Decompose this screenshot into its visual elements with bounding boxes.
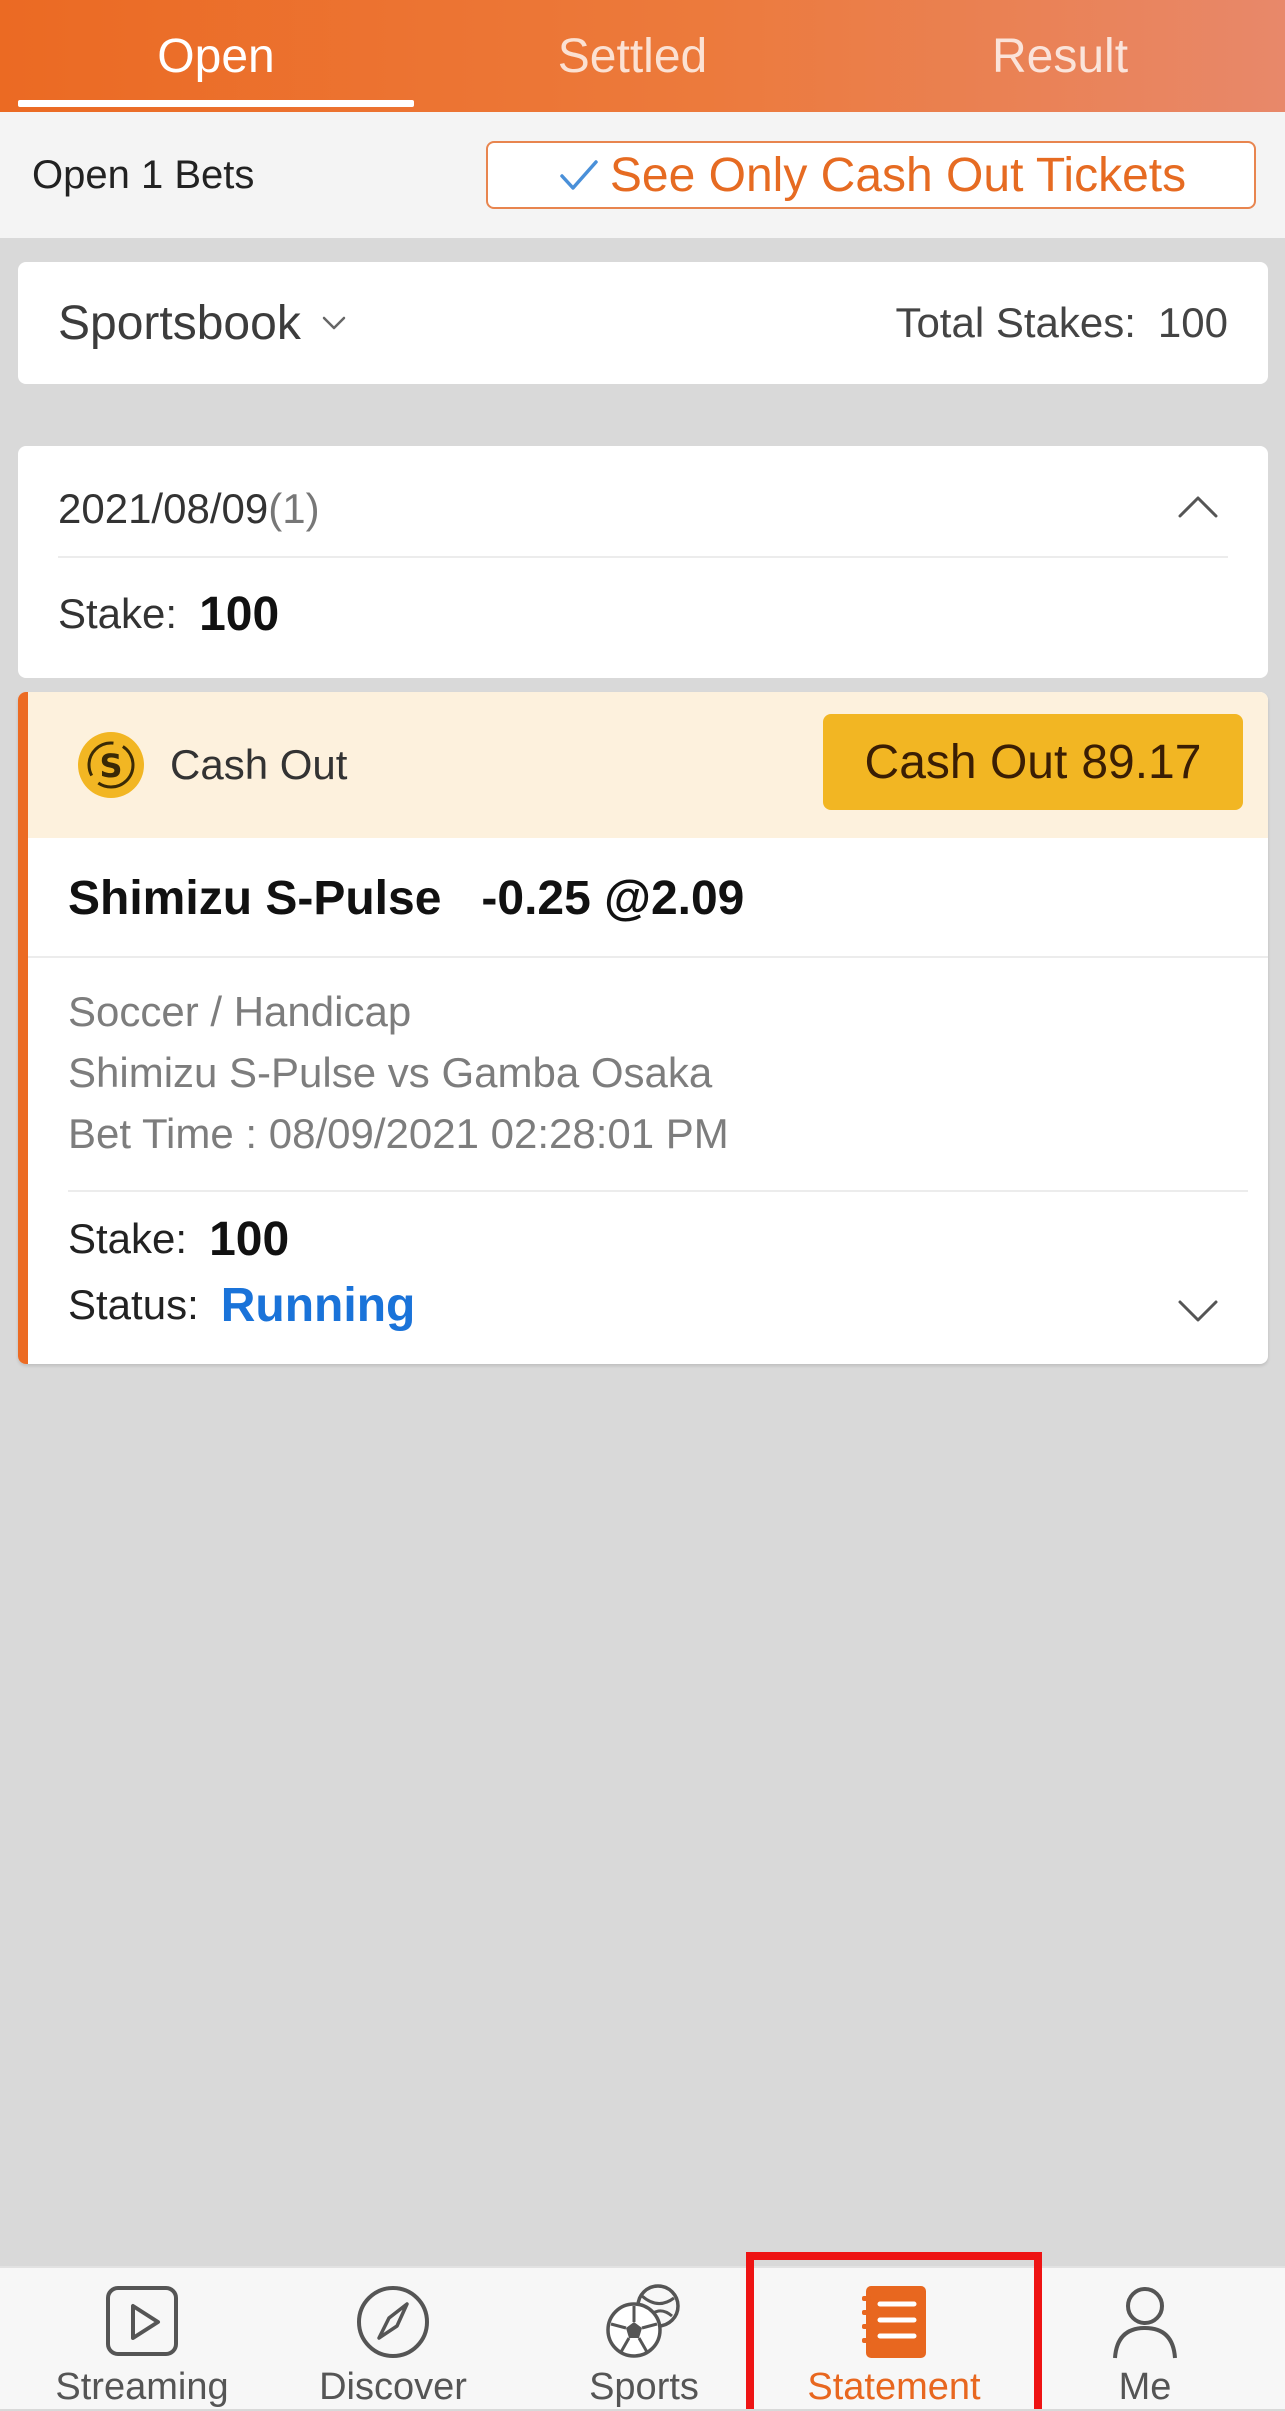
active-tab-indicator (18, 100, 414, 107)
bottom-navigation: Streaming Discover Sports Statement Me (0, 2266, 1285, 2409)
nav-item-streaming[interactable]: Streaming (22, 2268, 262, 2411)
cashout-label: Cash Out (170, 741, 348, 788)
chevron-down-icon (322, 316, 346, 330)
nav-label-discover: Discover (319, 2366, 467, 2408)
total-stakes: Total Stakes: 100 (895, 262, 1228, 384)
nav-item-me[interactable]: Me (1025, 2268, 1265, 2411)
stake-label: Stake: (58, 590, 178, 637)
tab-open[interactable]: Open (18, 0, 414, 112)
date-group-stake: Stake: 100 (58, 574, 279, 654)
ticket-stake: Stake: 100 (68, 1204, 289, 1274)
sportsbook-label: Sportsbook (58, 296, 301, 350)
tab-settled[interactable]: Settled (440, 0, 825, 112)
ticket-status: Status: Running (68, 1272, 415, 1338)
cashout-button-label: Cash Out (864, 735, 1068, 789)
person-icon (1113, 2287, 1177, 2359)
date-group-count: (1) (268, 485, 320, 532)
stake-value: 100 (199, 587, 280, 641)
filter-bar: Open 1 Bets See Only Cash Out Tickets (0, 112, 1285, 238)
nav-item-discover[interactable]: Discover (273, 2268, 513, 2411)
chevron-down-icon[interactable] (1176, 1288, 1220, 1332)
selection-team: Shimizu S-Pulse (68, 871, 442, 925)
svg-text:S: S (99, 747, 122, 785)
check-icon (560, 160, 598, 190)
nav-item-statement[interactable]: Statement (774, 2268, 1014, 2411)
statement-icon (862, 2286, 926, 2358)
status-label: Status: (68, 1281, 199, 1328)
total-stakes-value: 100 (1157, 299, 1228, 346)
sports-balls-icon (606, 2284, 680, 2358)
ticket-accent-bar (18, 692, 28, 1364)
cashout-amount: 89.17 (1081, 735, 1202, 789)
cashout-header: S Cash Out Cash Out 89.17 (28, 692, 1268, 838)
nav-label-streaming: Streaming (55, 2366, 229, 2408)
open-bets-count: Open 1 Bets (32, 152, 255, 197)
total-stakes-label: Total Stakes: (895, 299, 1136, 346)
date-group-card: 2021/08/09 (1) Stake: 100 (18, 446, 1268, 678)
sportsbook-selector[interactable]: Sportsbook (58, 262, 349, 384)
cashout-filter-label: See Only Cash Out Tickets (609, 148, 1187, 202)
date-group-header: 2021/08/09 (1) (58, 474, 320, 544)
divider (58, 556, 1228, 558)
stake-value: 100 (209, 1212, 290, 1266)
bet-ticket-card: S Cash Out Cash Out 89.17 Shimizu S-Puls… (18, 692, 1268, 1364)
stake-label: Stake: (68, 1215, 188, 1262)
play-icon (106, 2286, 178, 2356)
nav-label-me: Me (1118, 2366, 1172, 2408)
sport-market: Soccer / Handicap (68, 988, 412, 1035)
bet-time: Bet Time : 08/09/2021 02:28:01 PM (68, 1110, 729, 1157)
top-tab-bar: Open Settled Result (0, 0, 1285, 112)
chevron-up-icon[interactable] (1176, 486, 1220, 530)
divider (68, 1190, 1248, 1192)
nav-label-statement: Statement (807, 2366, 981, 2408)
compass-icon (357, 2286, 429, 2358)
cashout-button[interactable]: Cash Out 89.17 (823, 714, 1243, 810)
status-value: Running (220, 1278, 416, 1332)
divider (28, 956, 1268, 958)
sportsbook-summary-card: Sportsbook Total Stakes: 100 (18, 262, 1268, 384)
match-name: Shimizu S-Pulse vs Gamba Osaka (68, 1049, 713, 1096)
nav-label-sports: Sports (589, 2366, 699, 2408)
date-group-date: 2021/08/09 (58, 485, 269, 532)
cashout-only-filter-button[interactable]: See Only Cash Out Tickets (486, 141, 1256, 209)
handicap-odds: -0.25 @2.09 (481, 871, 745, 925)
bet-selection: Shimizu S-Pulse -0.25 @2.09 (68, 838, 744, 958)
cashout-coin-icon: S (78, 732, 144, 798)
tab-result[interactable]: Result (860, 0, 1260, 112)
nav-item-sports[interactable]: Sports (524, 2268, 764, 2411)
